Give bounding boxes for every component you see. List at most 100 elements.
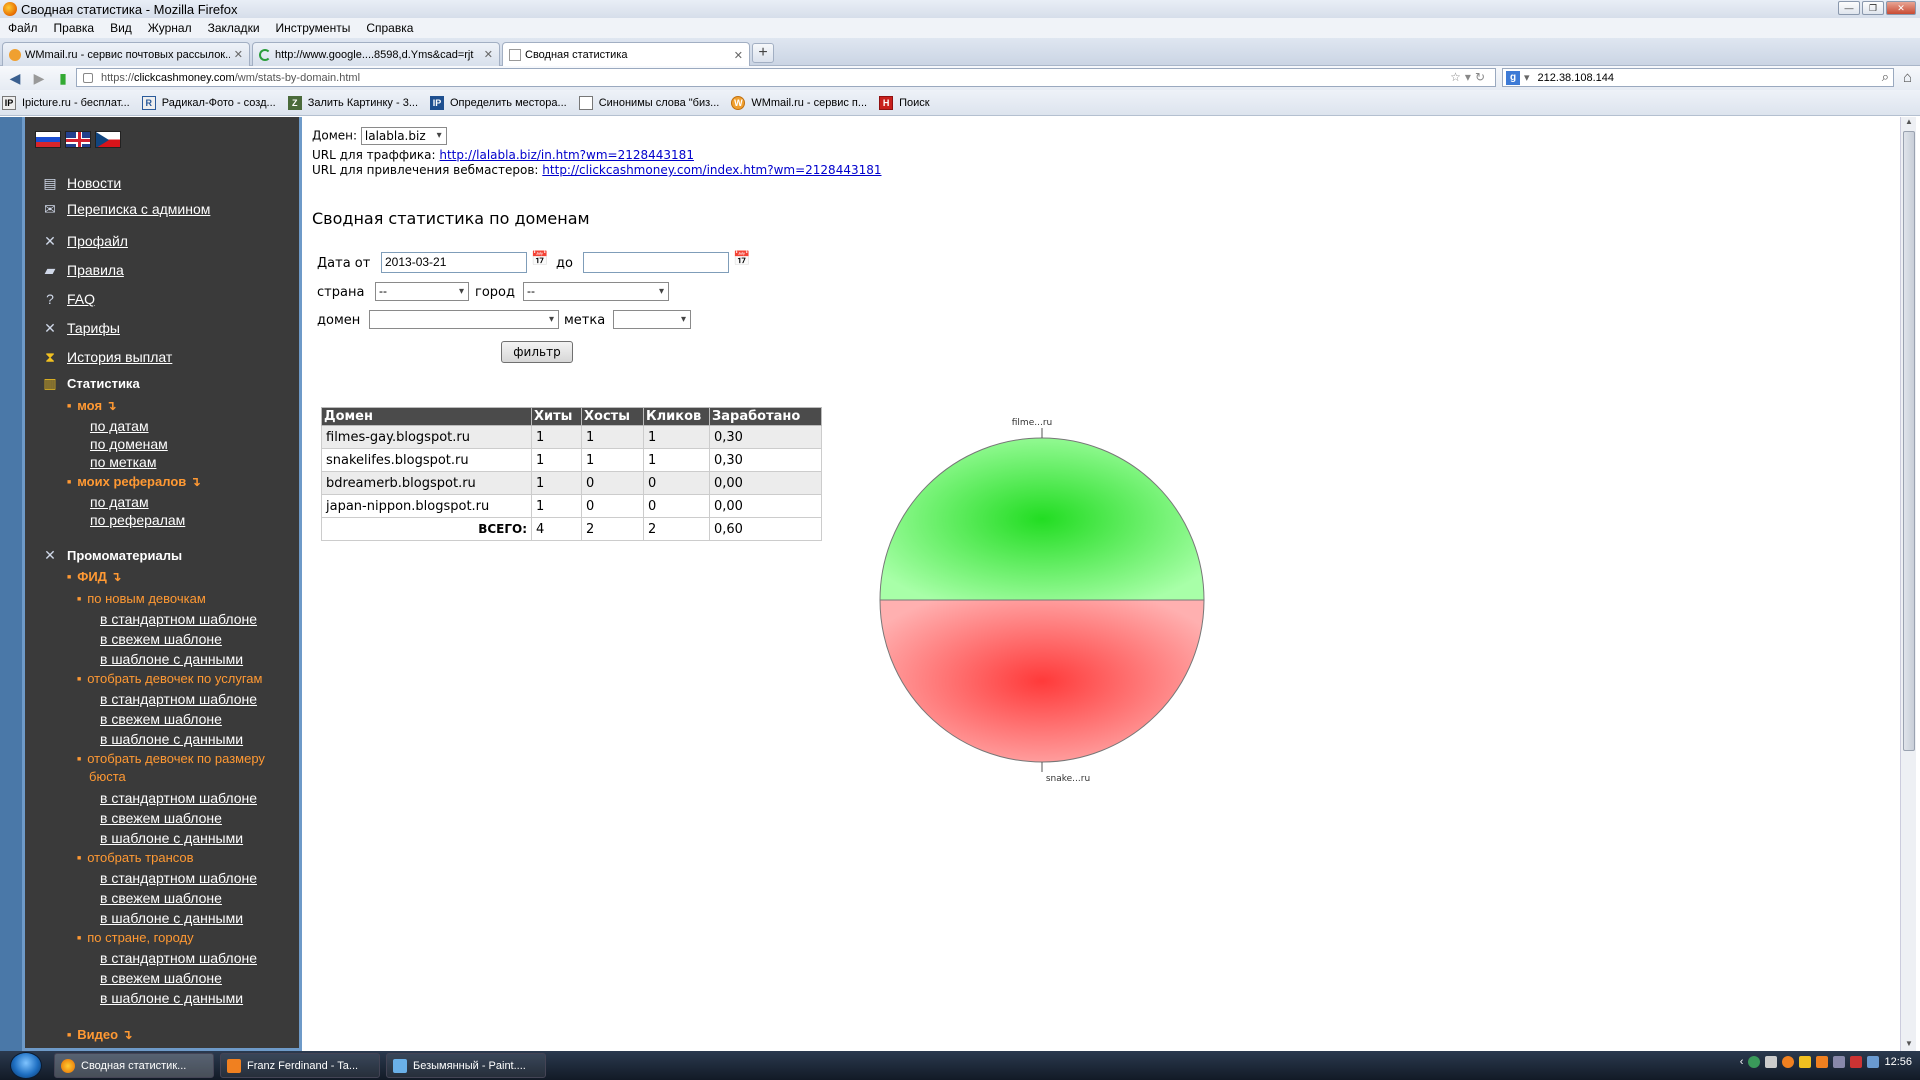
scroll-up-icon[interactable]: ▲ [1901,117,1917,129]
promo-link[interactable]: в стандартном шаблоне [100,691,257,707]
tag-select[interactable] [613,310,691,329]
menu-help[interactable]: Справка [366,21,413,35]
tab-wmmail[interactable]: WMmail.ru - сервис почтовых рассылок... … [2,42,250,66]
stats-my-by-domains[interactable]: по доменам [90,436,168,452]
promo-link[interactable]: в шаблоне с данными [100,990,243,1006]
new-tab-button[interactable]: + [752,43,774,63]
promo-link[interactable]: в стандартном шаблоне [100,870,257,886]
country-select[interactable]: -- [375,282,469,301]
russian-flag-icon[interactable] [35,131,61,148]
promo-link[interactable]: в свежем шаблоне [100,970,222,986]
tray-app-icon[interactable] [1782,1056,1795,1068]
promo-link[interactable]: в свежем шаблоне [100,890,222,906]
promo-link[interactable]: в шаблоне с данными [100,910,243,926]
stats-my-toggle[interactable]: моя ↴ [67,398,116,414]
start-button[interactable] [10,1052,42,1079]
taskbar-item-player[interactable]: Franz Ferdinand - Ta... [220,1053,380,1078]
url-bar[interactable]: https://clickcashmoney.com/wm/stats-by-d… [76,68,1496,87]
sidebar-item-tariffs[interactable]: ✕ Тарифы [41,319,120,337]
promo-link[interactable]: в свежем шаблоне [100,711,222,727]
menu-history[interactable]: Журнал [148,21,192,35]
engine-dropdown-icon[interactable]: ▾ [1524,71,1530,84]
tray-network-icon[interactable] [1765,1056,1778,1068]
menu-tools[interactable]: Инструменты [276,21,351,35]
forward-icon[interactable]: ▶ [30,70,48,87]
stats-refs-by-dates[interactable]: по датам [90,494,149,510]
promo-group-bust-size[interactable]: отобрать девочек по размеру [77,751,265,766]
taskbar-item-firefox[interactable]: Сводная статистик... [54,1053,214,1078]
city-select[interactable]: -- [523,282,669,301]
menu-edit[interactable]: Правка [54,21,95,35]
tray-app-icon[interactable] [1748,1056,1761,1068]
col-hits[interactable]: Хиты [531,407,582,426]
home-icon[interactable]: ⌂ [1903,69,1912,86]
scroll-thumb[interactable] [1903,131,1915,751]
bookmark-wmmail[interactable]: W WMmail.ru - сервис п... [731,95,867,110]
col-clicks[interactable]: Кликов [643,407,710,426]
site-identity-icon[interactable] [83,72,93,83]
sidebar-item-messages[interactable]: ✉ Переписка с админом [41,200,210,218]
promo-link[interactable]: в шаблоне с данными [100,651,243,667]
stats-my-by-tags[interactable]: по меткам [90,454,156,470]
traffic-url-link[interactable]: http://lalabla.biz/in.htm?wm=2128443181 [439,148,694,162]
search-icon[interactable]: ⌕ [1882,69,1889,85]
scroll-down-icon[interactable]: ▼ [1901,1039,1917,1051]
tab-google[interactable]: http://www.google....8598,d.Yms&cad=rjt … [252,42,500,66]
sidebar-item-profile[interactable]: ✕ Профайл [41,232,128,250]
taskbar-item-paint[interactable]: Безымянный - Paint.... [386,1053,546,1078]
promo-group-new-girls[interactable]: по новым девочкам [77,591,206,606]
promo-link[interactable]: в стандартном шаблоне [100,950,257,966]
google-engine-icon[interactable]: g [1506,70,1520,85]
tray-app-icon[interactable] [1816,1056,1829,1068]
menu-bookmarks[interactable]: Закладки [208,21,260,35]
bookmark-zalit[interactable]: Z Залить Картинку - 3... [287,95,418,110]
bookmark-search[interactable]: H Поиск [879,95,930,110]
tab-stats[interactable]: Сводная статистика ✕ [502,42,750,67]
minimize-button[interactable]: — [1838,1,1860,15]
bookmark-synonyms[interactable]: Синонимы слова "биз... [578,95,719,110]
czech-flag-icon[interactable] [95,131,121,148]
sidebar-item-news[interactable]: ▤ Новости [41,174,121,192]
page-scrollbar[interactable]: ▲ ▼ [1900,117,1916,1051]
date-to-input[interactable] [583,252,729,273]
promo-group-country-city[interactable]: по стране, городу [77,930,193,945]
bookmark-radikal[interactable]: R Радикал-Фото - созд... [141,95,276,110]
promo-link[interactable]: в шаблоне с данными [100,830,243,846]
promo-feed-toggle[interactable]: ФИД ↴ [67,569,121,585]
search-input[interactable]: 212.38.108.144 [1538,72,1614,84]
clock[interactable]: 12:56 [1884,1056,1912,1068]
promo-link[interactable]: в шаблоне с данными [100,731,243,747]
maximize-button[interactable]: ❐ [1862,1,1884,15]
date-from-input[interactable]: 2013-03-21 [381,252,527,273]
tray-expand-icon[interactable]: ‹ [1740,1056,1744,1068]
stats-my-by-dates[interactable]: по датам [90,418,149,434]
bookmark-star-icon[interactable]: ☆▾↻ [1450,70,1489,84]
promo-link[interactable]: в свежем шаблоне [100,631,222,647]
close-window-button[interactable]: ✕ [1886,1,1916,15]
col-domain[interactable]: Домен [321,407,532,426]
promo-link[interactable]: в стандартном шаблоне [100,790,257,806]
promo-link[interactable]: в стандартном шаблоне [100,611,257,627]
filter-button[interactable]: фильтр [501,341,573,363]
calendar-icon[interactable]: 📅 [531,250,551,266]
menu-view[interactable]: Вид [110,21,132,35]
english-flag-icon[interactable] [65,131,91,148]
search-bar[interactable]: g ▾ 212.38.108.144 ⌕ [1502,68,1894,87]
back-icon[interactable]: ◀ [6,70,24,87]
webmaster-url-link[interactable]: http://clickcashmoney.com/index.htm?wm=2… [542,163,881,177]
close-tab-icon[interactable]: ✕ [484,48,493,61]
promo-group-trans[interactable]: отобрать трансов [77,850,193,865]
domain-filter-select[interactable] [369,310,559,329]
bookmark-geoip[interactable]: IP Определить местора... [430,95,567,110]
tray-app-icon[interactable] [1799,1056,1812,1068]
calendar-icon[interactable]: 📅 [733,250,753,266]
col-earned[interactable]: Заработано [709,407,822,426]
bookmark-ipicture[interactable]: IP Ipicture.ru - бесплат... [2,95,130,110]
tray-app-icon[interactable] [1833,1056,1846,1068]
sidebar-item-rules[interactable]: ▰ Правила [41,261,124,279]
tray-app-icon[interactable] [1850,1056,1863,1068]
domain-select[interactable]: lalabla.biz [360,127,447,145]
sidebar-item-faq[interactable]: ? FAQ [41,290,95,308]
sidebar-item-payouts[interactable]: ⧗ История выплат [41,348,172,366]
menu-file[interactable]: Файл [8,21,38,35]
